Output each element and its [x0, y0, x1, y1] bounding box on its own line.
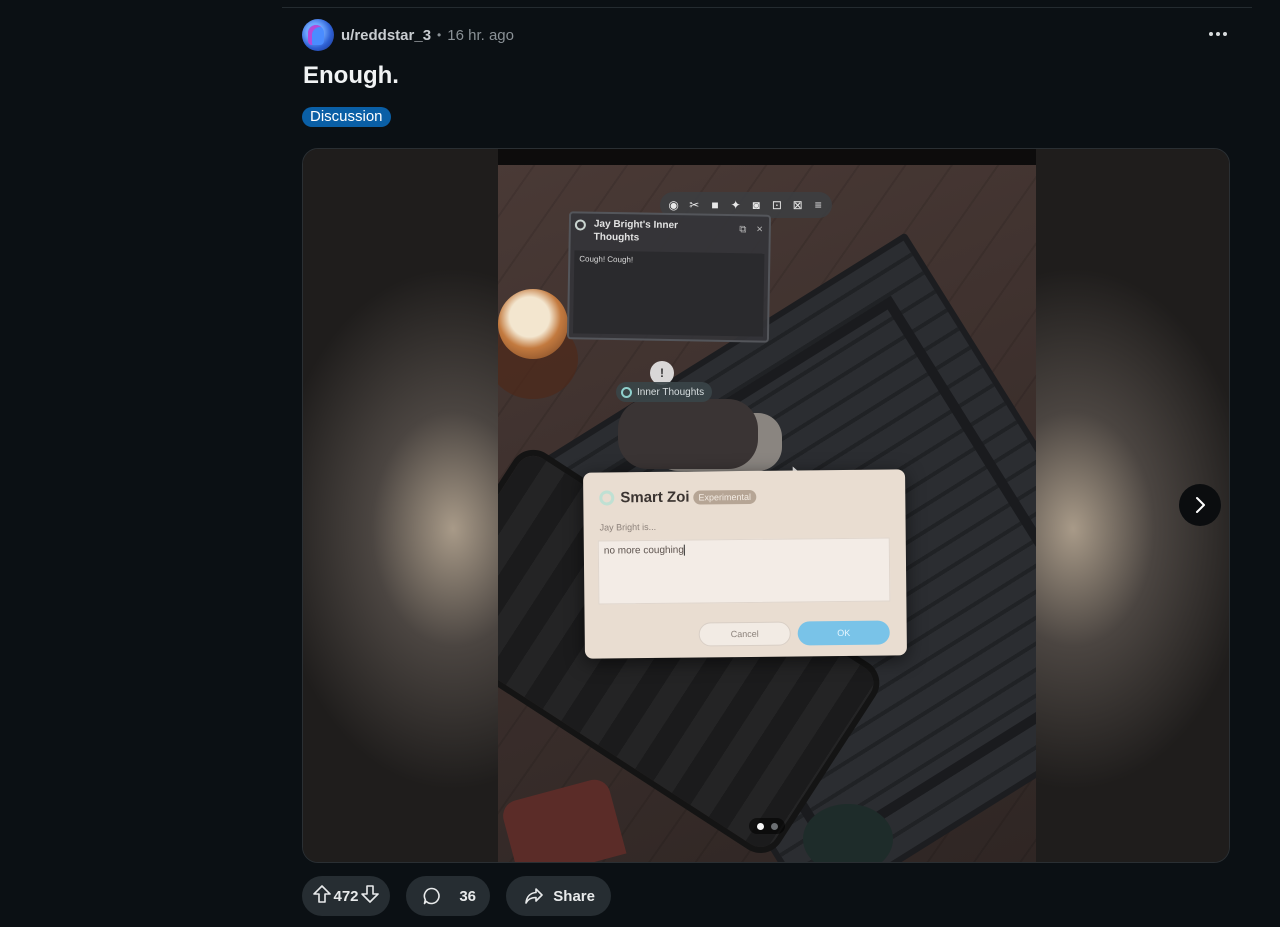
share-arrow-icon: [525, 888, 543, 904]
post-action-bar: 472 36 Share: [302, 876, 611, 916]
share-button[interactable]: Share: [506, 876, 611, 916]
thoughts-body: Cough! Cough!: [573, 250, 765, 337]
lamp-graphic: [498, 289, 568, 359]
post-timestamp: 16 hr. ago: [447, 26, 514, 44]
post-image[interactable]: ◉ ✂ ■ ✦ ◙ ⊡ ⊠ ≡ Jay Bright's Inner Thoug…: [498, 149, 1036, 862]
dialog-label: Jay Bright is...: [599, 521, 657, 533]
downvote-button[interactable]: [360, 884, 380, 908]
dialog-title: Smart Zoi: [620, 488, 690, 507]
inner-thoughts-pill: Inner Thoughts: [616, 382, 712, 402]
select-icon: ⊠: [792, 198, 803, 212]
menu-icon: ≡: [814, 198, 822, 212]
downvote-arrow-icon: [361, 885, 379, 903]
dialog-field-value: no more coughing: [603, 544, 684, 557]
photo-top-edge: [498, 149, 1036, 165]
ring-icon: [621, 386, 632, 398]
share-label: Share: [553, 887, 595, 905]
carousel-indicator: [749, 818, 785, 834]
dialog-ok-button: OK: [797, 620, 890, 646]
inner-thoughts-panel: Jay Bright's Inner Thoughts ⧉ × Cough! C…: [566, 211, 772, 343]
tool-icon: ✂: [689, 198, 700, 212]
vote-count: 472: [333, 887, 359, 905]
blurred-backdrop-left: [303, 149, 499, 862]
character-graphic: [618, 399, 758, 469]
headset-icon: ◉: [668, 198, 679, 212]
comments-button[interactable]: 36: [406, 876, 490, 916]
author-link[interactable]: u/reddstar_3: [341, 27, 431, 44]
comment-count: 36: [459, 887, 476, 905]
more-options-button[interactable]: [1206, 24, 1230, 44]
experimental-badge: Experimental: [693, 489, 757, 505]
text-caret: [683, 544, 685, 556]
more-icon: [1209, 32, 1227, 36]
thoughts-title: Jay Bright's Inner Thoughts: [593, 218, 679, 244]
focus-icon: ⊡: [771, 198, 782, 212]
vote-group: 472: [302, 876, 390, 916]
next-image-button[interactable]: [1179, 484, 1221, 526]
chevron-right-icon: [1196, 497, 1205, 513]
ring-icon: [574, 219, 586, 231]
post-title[interactable]: Enough.: [303, 62, 399, 90]
camera-video-icon: ■: [711, 198, 719, 212]
flair-badge[interactable]: Discussion: [302, 107, 391, 127]
close-icon: ×: [756, 223, 763, 236]
sparkle-icon: ✦: [730, 198, 741, 212]
post-header: u/reddstar_3 • 16 hr. ago: [302, 18, 514, 52]
carousel-dot-2[interactable]: [770, 822, 778, 830]
carousel-dot-1[interactable]: [756, 822, 764, 830]
comment-bubble-icon: [423, 887, 440, 905]
upvote-arrow-icon: [313, 885, 331, 903]
chair-graphic: [499, 776, 627, 862]
avatar[interactable]: [302, 19, 334, 51]
dialog-text-field: no more coughing: [597, 537, 891, 605]
meta-separator: •: [437, 28, 442, 42]
smart-zoi-dialog: Smart Zoi Experimental Jay Bright is... …: [583, 469, 907, 659]
dialog-cancel-button: Cancel: [698, 621, 791, 647]
inner-thoughts-label: Inner Thoughts: [637, 386, 705, 398]
ring-icon: [599, 490, 615, 506]
upvote-button[interactable]: [312, 884, 332, 908]
camera-icon: ◙: [752, 198, 760, 212]
media-carousel[interactable]: ◉ ✂ ■ ✦ ◙ ⊡ ⊠ ≡ Jay Bright's Inner Thoug…: [302, 148, 1230, 863]
top-divider: [282, 7, 1252, 8]
copy-icon: ⧉: [739, 224, 747, 236]
